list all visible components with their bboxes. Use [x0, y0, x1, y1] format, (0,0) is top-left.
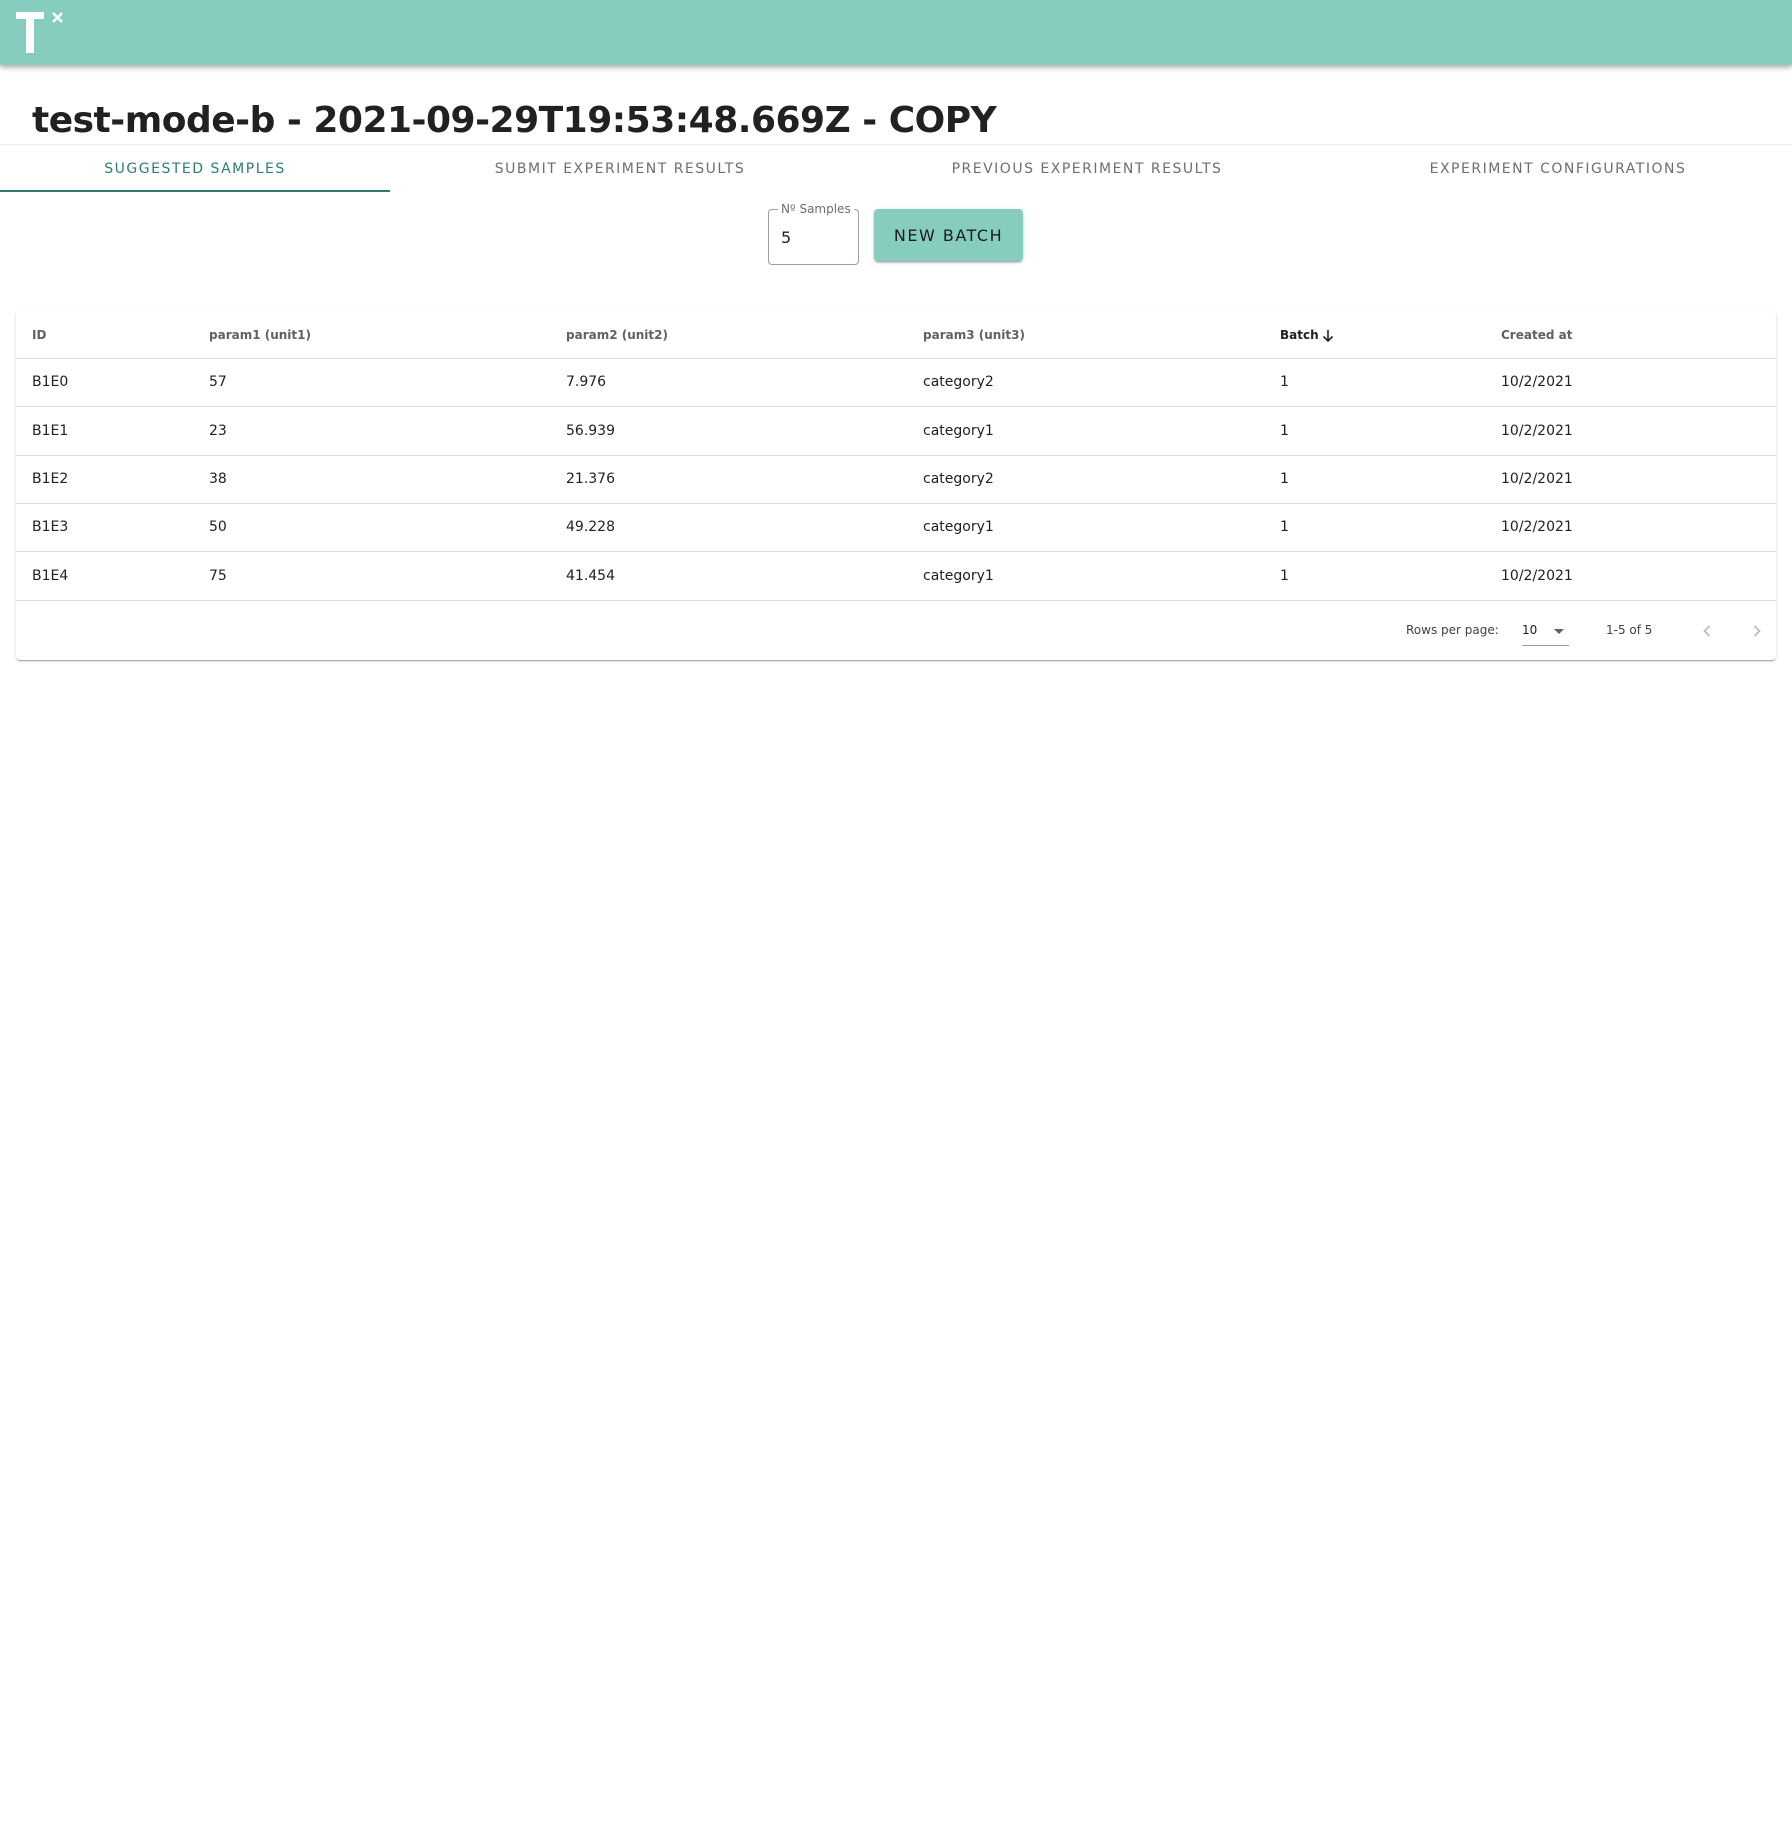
divider [0, 144, 1792, 145]
cell-created-at: 10/2/2021 [1501, 471, 1573, 487]
column-header-param1[interactable]: param1 (unit1) [209, 328, 311, 342]
cell-batch: 1 [1280, 423, 1289, 439]
cell-param3: category2 [923, 374, 994, 390]
tab-previous-experiment-results[interactable]: PREVIOUS EXPERIMENT RESULTS [850, 146, 1324, 192]
cell-param1: 57 [209, 374, 227, 390]
cell-param2: 21.376 [566, 471, 615, 487]
column-header-batch-label: Batch [1280, 328, 1319, 342]
cell-param2: 56.939 [566, 423, 615, 439]
column-header-param2[interactable]: param2 (unit2) [566, 328, 668, 342]
samples-table: ID param1 (unit1) param2 (unit2) param3 … [16, 311, 1776, 660]
page-title: test-mode-b - 2021-09-29T19:53:48.669Z -… [32, 100, 997, 141]
caret-down-icon [1554, 629, 1564, 634]
column-header-batch[interactable]: Batch [1280, 328, 1335, 343]
cell-batch: 1 [1280, 471, 1289, 487]
cell-id: B1E2 [32, 471, 69, 487]
chevron-right-icon[interactable] [1743, 617, 1771, 645]
table-row[interactable]: B1E1 23 56.939 category1 1 10/2/2021 [16, 408, 1776, 456]
tx-logo-icon[interactable] [14, 10, 70, 56]
cell-param1: 23 [209, 423, 227, 439]
rows-per-page-value: 10 [1522, 623, 1538, 637]
table-row[interactable]: B1E4 75 41.454 category1 1 10/2/2021 [16, 553, 1776, 601]
tab-suggested-samples[interactable]: SUGGESTED SAMPLES [0, 146, 390, 192]
cell-param1: 75 [209, 568, 227, 584]
table-row[interactable]: B1E2 38 21.376 category2 1 10/2/2021 [16, 456, 1776, 504]
new-batch-button[interactable]: NEW BATCH [874, 209, 1023, 261]
cell-id: B1E3 [32, 519, 69, 535]
samples-input[interactable] [781, 228, 851, 247]
cell-batch: 1 [1280, 568, 1289, 584]
cell-param3: category2 [923, 471, 994, 487]
cell-id: B1E4 [32, 568, 69, 584]
table-row[interactable]: B1E0 57 7.976 category2 1 10/2/2021 [16, 359, 1776, 407]
arrow-down-icon [1322, 329, 1333, 342]
cell-created-at: 10/2/2021 [1501, 519, 1573, 535]
table-header: ID param1 (unit1) param2 (unit2) param3 … [16, 311, 1776, 359]
tab-submit-experiment-results[interactable]: SUBMIT EXPERIMENT RESULTS [390, 146, 850, 192]
cell-param1: 50 [209, 519, 227, 535]
rows-per-page-label: Rows per page: [1406, 623, 1499, 637]
column-header-created-at[interactable]: Created at [1501, 328, 1572, 342]
chevron-left-icon[interactable] [1693, 617, 1721, 645]
samples-label: Nº Samples [778, 202, 854, 216]
cell-batch: 1 [1280, 374, 1289, 390]
cell-created-at: 10/2/2021 [1501, 423, 1573, 439]
samples-field: Nº Samples [768, 202, 859, 265]
cell-param1: 38 [209, 471, 227, 487]
cell-param3: category1 [923, 568, 994, 584]
page-range: 1-5 of 5 [1606, 623, 1653, 637]
cell-param2: 49.228 [566, 519, 615, 535]
column-header-param3[interactable]: param3 (unit3) [923, 328, 1025, 342]
app-bar [0, 0, 1792, 65]
cell-batch: 1 [1280, 519, 1289, 535]
cell-created-at: 10/2/2021 [1501, 568, 1573, 584]
cell-id: B1E0 [32, 374, 69, 390]
rows-per-page-select[interactable]: 10 [1522, 616, 1569, 646]
tab-bar: SUGGESTED SAMPLES SUBMIT EXPERIMENT RESU… [0, 146, 1792, 192]
cell-param3: category1 [923, 423, 994, 439]
tab-experiment-configurations[interactable]: EXPERIMENT CONFIGURATIONS [1324, 146, 1792, 192]
cell-param2: 7.976 [566, 374, 607, 390]
cell-id: B1E1 [32, 423, 69, 439]
cell-param3: category1 [923, 519, 994, 535]
cell-created-at: 10/2/2021 [1501, 374, 1573, 390]
cell-param2: 41.454 [566, 568, 615, 584]
column-header-id[interactable]: ID [32, 328, 46, 342]
table-row[interactable]: B1E3 50 49.228 category1 1 10/2/2021 [16, 504, 1776, 552]
table-pagination: Rows per page: 10 1-5 of 5 [16, 601, 1776, 660]
